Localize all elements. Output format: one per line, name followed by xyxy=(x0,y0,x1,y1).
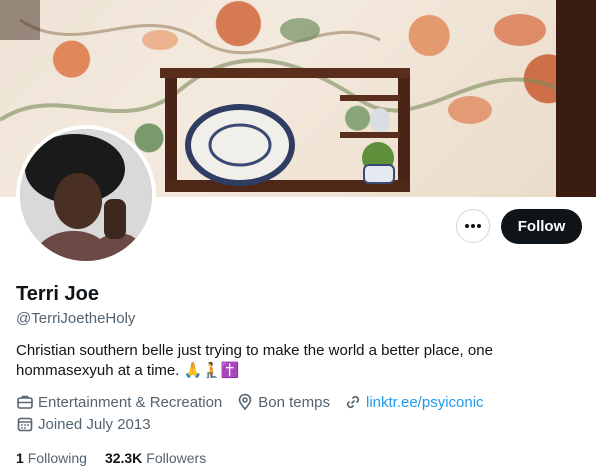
category-item: Entertainment & Recreation xyxy=(16,393,222,411)
follow-button[interactable]: Follow xyxy=(501,209,582,244)
profile-link[interactable]: linktr.ee/psyiconic xyxy=(366,394,484,411)
avatar[interactable] xyxy=(16,125,156,265)
briefcase-icon xyxy=(17,395,33,409)
followers-link[interactable]: 32.3K Followers xyxy=(105,450,206,466)
location-text: Bon temps xyxy=(258,393,330,411)
location-item: Bon temps xyxy=(236,393,330,411)
profile-meta-joined: Joined July 2013 xyxy=(16,415,165,433)
location-pin-icon xyxy=(238,393,252,411)
profile-stats: 1 Following 32.3K Followers xyxy=(16,450,224,466)
category-text: Entertainment & Recreation xyxy=(38,393,223,411)
profile-bio: Christian southern belle just trying to … xyxy=(16,341,576,381)
joined-item: Joined July 2013 xyxy=(16,415,151,433)
profile-handle: @TerriJoetheHoly xyxy=(16,310,136,327)
following-link[interactable]: 1 Following xyxy=(16,450,87,466)
profile-name: Terri Joe xyxy=(16,283,99,305)
following-count: 1 xyxy=(16,450,24,466)
link-item: linktr.ee/psyiconic xyxy=(344,393,484,411)
link-icon xyxy=(346,395,360,409)
more-button[interactable] xyxy=(456,209,490,243)
bio-text: Christian southern belle just trying to … xyxy=(16,342,493,379)
calendar-icon xyxy=(17,417,33,432)
joined-text: Joined July 2013 xyxy=(38,415,151,433)
followers-label: Followers xyxy=(146,450,207,466)
profile-meta: Entertainment & Recreation Bon temps lin… xyxy=(16,393,498,411)
more-dots-icon xyxy=(465,224,481,228)
following-label: Following xyxy=(27,450,87,466)
bio-emojis: 🙏🧎✝️ xyxy=(183,362,240,379)
avatar-image xyxy=(20,129,152,261)
followers-count: 32.3K xyxy=(104,450,143,466)
